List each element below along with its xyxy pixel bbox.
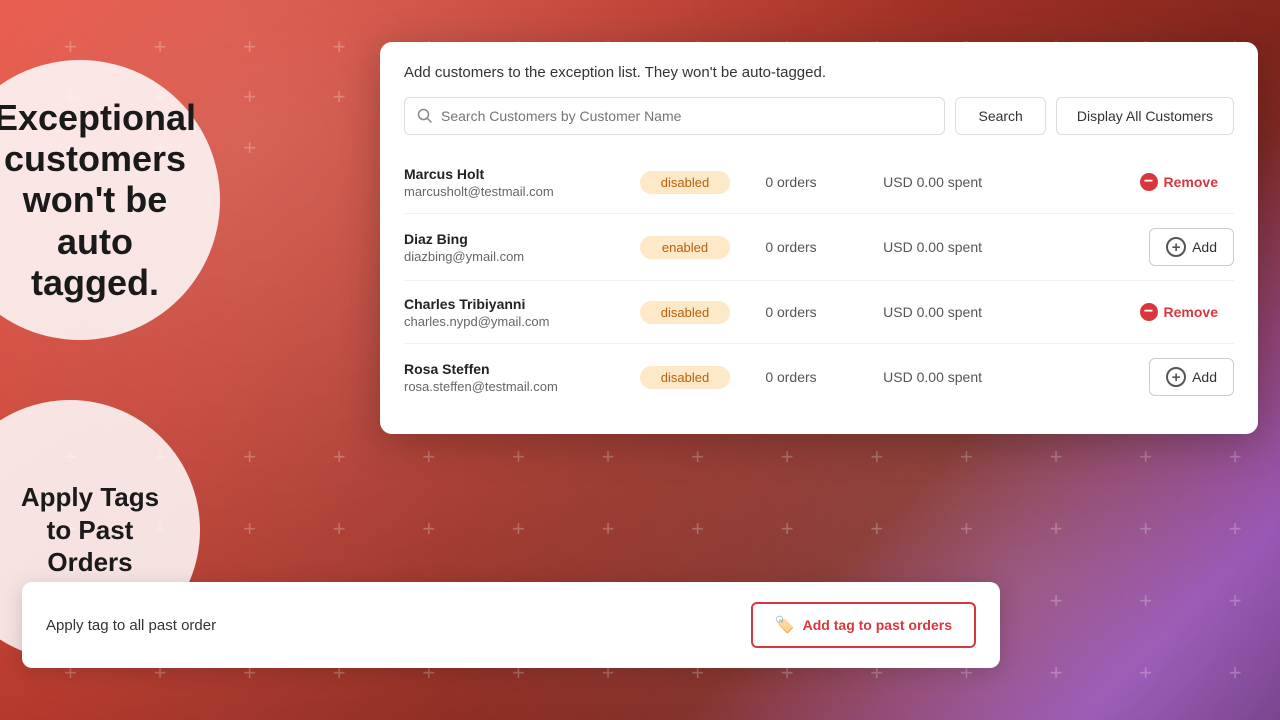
remove-label: Remove (1164, 304, 1218, 320)
customer-info: Diaz Bing diazbing@ymail.com (404, 231, 624, 264)
cross-decoration: + (1050, 446, 1063, 468)
search-button[interactable]: Search (955, 97, 1045, 135)
orders-count: 0 orders (746, 369, 836, 385)
circle-top-text: Exceptional customers won't be auto tagg… (0, 97, 236, 304)
customer-info: Charles Tribiyanni charles.nypd@ymail.co… (404, 296, 624, 329)
customer-email: charles.nypd@ymail.com (404, 314, 624, 329)
cross-decoration: + (243, 36, 256, 58)
orders-count: 0 orders (746, 304, 836, 320)
remove-label: Remove (1164, 174, 1218, 190)
customer-name: Rosa Steffen (404, 361, 624, 377)
cross-decoration: + (960, 446, 973, 468)
spent-amount: USD 0.00 spent (852, 304, 982, 320)
bottom-panel: Apply tag to all past order 🏷️ Add tag t… (22, 582, 1000, 668)
display-all-button[interactable]: Display All Customers (1056, 97, 1234, 135)
cross-decoration: + (870, 446, 883, 468)
search-row: Search Display All Customers (404, 97, 1234, 135)
cross-decoration: + (1139, 446, 1152, 468)
add-circle-icon: + (1166, 367, 1186, 387)
status-badge: disabled (640, 301, 730, 324)
bottom-label: Apply tag to all past order (46, 617, 216, 634)
cross-decoration: + (1050, 518, 1063, 540)
customer-name: Diaz Bing (404, 231, 624, 247)
remove-icon: − (1140, 173, 1158, 191)
main-modal: Add customers to the exception list. The… (380, 42, 1258, 434)
customer-email: diazbing@ymail.com (404, 249, 624, 264)
cross-decoration: + (870, 518, 883, 540)
customer-info: Rosa Steffen rosa.steffen@testmail.com (404, 361, 624, 394)
cross-decoration: + (243, 137, 256, 159)
orders-count: 0 orders (746, 239, 836, 255)
cross-decoration: + (1050, 590, 1063, 612)
cross-decoration: + (1229, 518, 1242, 540)
cross-decoration: + (512, 446, 525, 468)
table-row: Charles Tribiyanni charles.nypd@ymail.co… (404, 281, 1234, 344)
add-circle-icon: + (1166, 237, 1186, 257)
status-badge: enabled (640, 236, 730, 259)
spent-amount: USD 0.00 spent (852, 369, 982, 385)
modal-title: Add customers to the exception list. The… (404, 64, 1234, 81)
circle-bottom-text: Apply Tags to Past Orders (0, 481, 200, 579)
customer-name: Charles Tribiyanni (404, 296, 624, 312)
search-input[interactable] (441, 98, 932, 134)
customer-info: Marcus Holt marcusholt@testmail.com (404, 166, 624, 199)
remove-button[interactable]: − Remove (1124, 165, 1234, 199)
customer-list: Marcus Holt marcusholt@testmail.com disa… (404, 151, 1234, 410)
search-icon (417, 108, 433, 124)
table-row: Diaz Bing diazbing@ymail.com enabled 0 o… (404, 214, 1234, 281)
cross-decoration: + (1229, 590, 1242, 612)
remove-icon: − (1140, 303, 1158, 321)
cross-decoration: + (1139, 590, 1152, 612)
cross-decoration: + (1229, 662, 1242, 684)
table-row: Rosa Steffen rosa.steffen@testmail.com d… (404, 344, 1234, 410)
cross-decoration: + (960, 518, 973, 540)
cross-decoration: + (1229, 446, 1242, 468)
add-button[interactable]: + Add (1149, 228, 1234, 266)
cross-decoration: + (691, 518, 704, 540)
add-label: Add (1192, 369, 1217, 385)
circle-top: Exceptional customers won't be auto tagg… (0, 60, 220, 340)
cross-decoration: + (1139, 518, 1152, 540)
cross-decoration: + (64, 36, 77, 58)
customer-name: Marcus Holt (404, 166, 624, 182)
cross-decoration: + (243, 86, 256, 108)
customer-email: marcusholt@testmail.com (404, 184, 624, 199)
cross-decoration: + (422, 446, 435, 468)
add-label: Add (1192, 239, 1217, 255)
spent-amount: USD 0.00 spent (852, 174, 982, 190)
table-row: Marcus Holt marcusholt@testmail.com disa… (404, 151, 1234, 214)
tag-icon: 🏷️ (775, 615, 795, 635)
cross-decoration: + (602, 446, 615, 468)
add-tag-button[interactable]: 🏷️ Add tag to past orders (751, 602, 976, 648)
cross-decoration: + (333, 518, 346, 540)
cross-decoration: + (422, 518, 435, 540)
spent-amount: USD 0.00 spent (852, 239, 982, 255)
cross-decoration: + (1050, 662, 1063, 684)
cross-decoration: + (1139, 662, 1152, 684)
cross-decoration: + (512, 518, 525, 540)
cross-decoration: + (333, 446, 346, 468)
cross-decoration: + (333, 86, 346, 108)
cross-decoration: + (781, 518, 794, 540)
cross-decoration: + (333, 36, 346, 58)
cross-decoration: + (691, 446, 704, 468)
add-tag-label: Add tag to past orders (803, 617, 952, 633)
status-badge: disabled (640, 366, 730, 389)
customer-email: rosa.steffen@testmail.com (404, 379, 624, 394)
cross-decoration: + (781, 446, 794, 468)
cross-decoration: + (154, 36, 167, 58)
search-input-wrap (404, 97, 945, 135)
add-button[interactable]: + Add (1149, 358, 1234, 396)
remove-button[interactable]: − Remove (1124, 295, 1234, 329)
orders-count: 0 orders (746, 174, 836, 190)
cross-decoration: + (602, 518, 615, 540)
status-badge: disabled (640, 171, 730, 194)
cross-decoration: + (243, 446, 256, 468)
cross-decoration: + (243, 518, 256, 540)
